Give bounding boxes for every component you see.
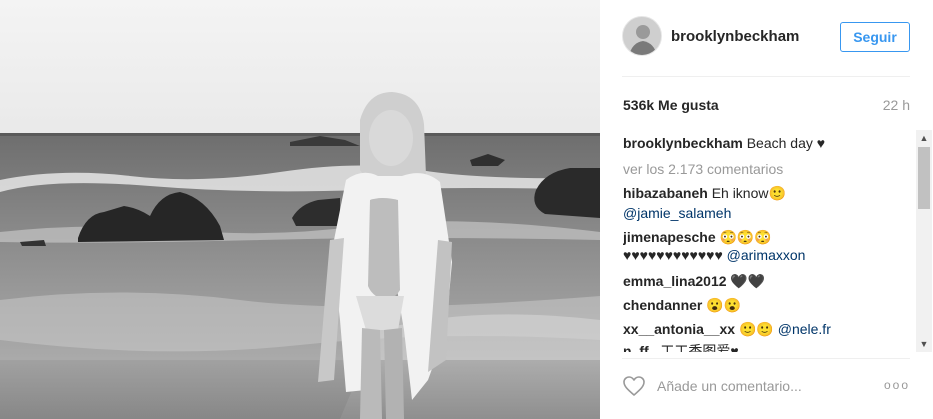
profile-picture-icon: [623, 17, 661, 55]
post-timestamp[interactable]: 22 h: [883, 97, 910, 113]
comment-mention[interactable]: @nele.fr: [778, 321, 831, 337]
comment-username[interactable]: emma_lina2012: [623, 273, 727, 289]
follow-button[interactable]: Seguir: [840, 22, 910, 52]
comment-username[interactable]: n_ff_: [623, 343, 656, 352]
scroll-down-arrow-icon[interactable]: ▼: [916, 336, 932, 352]
list-item: n_ff_ 工工香图爱♥: [623, 342, 739, 352]
divider: [622, 358, 910, 359]
likes-count[interactable]: 536k Me gusta: [623, 97, 719, 113]
comment-text: 🙂🙂: [738, 321, 774, 337]
comment-text: 工工香图爱♥: [660, 343, 739, 352]
more-options-button[interactable]: ooo: [884, 378, 910, 392]
instagram-post-view: brooklynbeckham Seguir 536k Me gusta 22 …: [0, 0, 933, 419]
beach-photo-image: [0, 0, 600, 419]
heart-icon[interactable]: [622, 375, 646, 397]
avatar[interactable]: [622, 16, 662, 56]
comment-text: 😮😮: [706, 297, 742, 313]
comment-mention[interactable]: @arimaxxon: [727, 247, 806, 263]
post-sidebar: brooklynbeckham Seguir 536k Me gusta 22 …: [600, 0, 933, 419]
post-photo[interactable]: [0, 0, 600, 419]
list-item: emma_lina2012 🖤🖤: [623, 272, 765, 290]
post-author-username[interactable]: brooklynbeckham: [671, 28, 799, 45]
comment-input[interactable]: [657, 376, 867, 396]
comments-list: brooklynbeckham Beach day ♥ ver los 2.17…: [623, 130, 913, 352]
list-item: chendanner 😮😮: [623, 296, 741, 314]
list-item: jimenapesche 😳😳😳: [623, 228, 772, 246]
scrollbar-thumb[interactable]: [918, 147, 930, 209]
caption-username[interactable]: brooklynbeckham: [623, 135, 743, 151]
scroll-up-arrow-icon[interactable]: ▲: [916, 130, 932, 146]
comment-hearts: ♥♥♥♥♥♥♥♥♥♥♥♥: [623, 247, 723, 263]
comment-text: 🖤🖤: [730, 273, 766, 289]
comment-username[interactable]: jimenapesche: [623, 229, 716, 245]
divider: [622, 76, 910, 77]
comment-username[interactable]: hibazabaneh: [623, 185, 708, 201]
view-all-comments-link[interactable]: ver los 2.173 comentarios: [623, 160, 783, 178]
list-item: hibazabaneh Eh iknow🙂: [623, 184, 786, 202]
comment-text: 😳😳😳: [719, 229, 772, 245]
caption: brooklynbeckham Beach day ♥: [623, 134, 825, 152]
comment-text: Eh iknow🙂: [711, 185, 786, 201]
comments-scrollbar[interactable]: ▲ ▼: [916, 130, 932, 352]
list-item: xx__antonia__xx 🙂🙂 @nele.fr: [623, 320, 831, 338]
post-header: brooklynbeckham Seguir: [600, 0, 933, 76]
comment-mention[interactable]: @jamie_salameh: [623, 204, 731, 222]
comment-username[interactable]: xx__antonia__xx: [623, 321, 735, 337]
comment-continuation: ♥♥♥♥♥♥♥♥♥♥♥♥ @arimaxxon: [623, 246, 805, 264]
comment-username[interactable]: chendanner: [623, 297, 702, 313]
caption-text: Beach day ♥: [746, 135, 826, 151]
